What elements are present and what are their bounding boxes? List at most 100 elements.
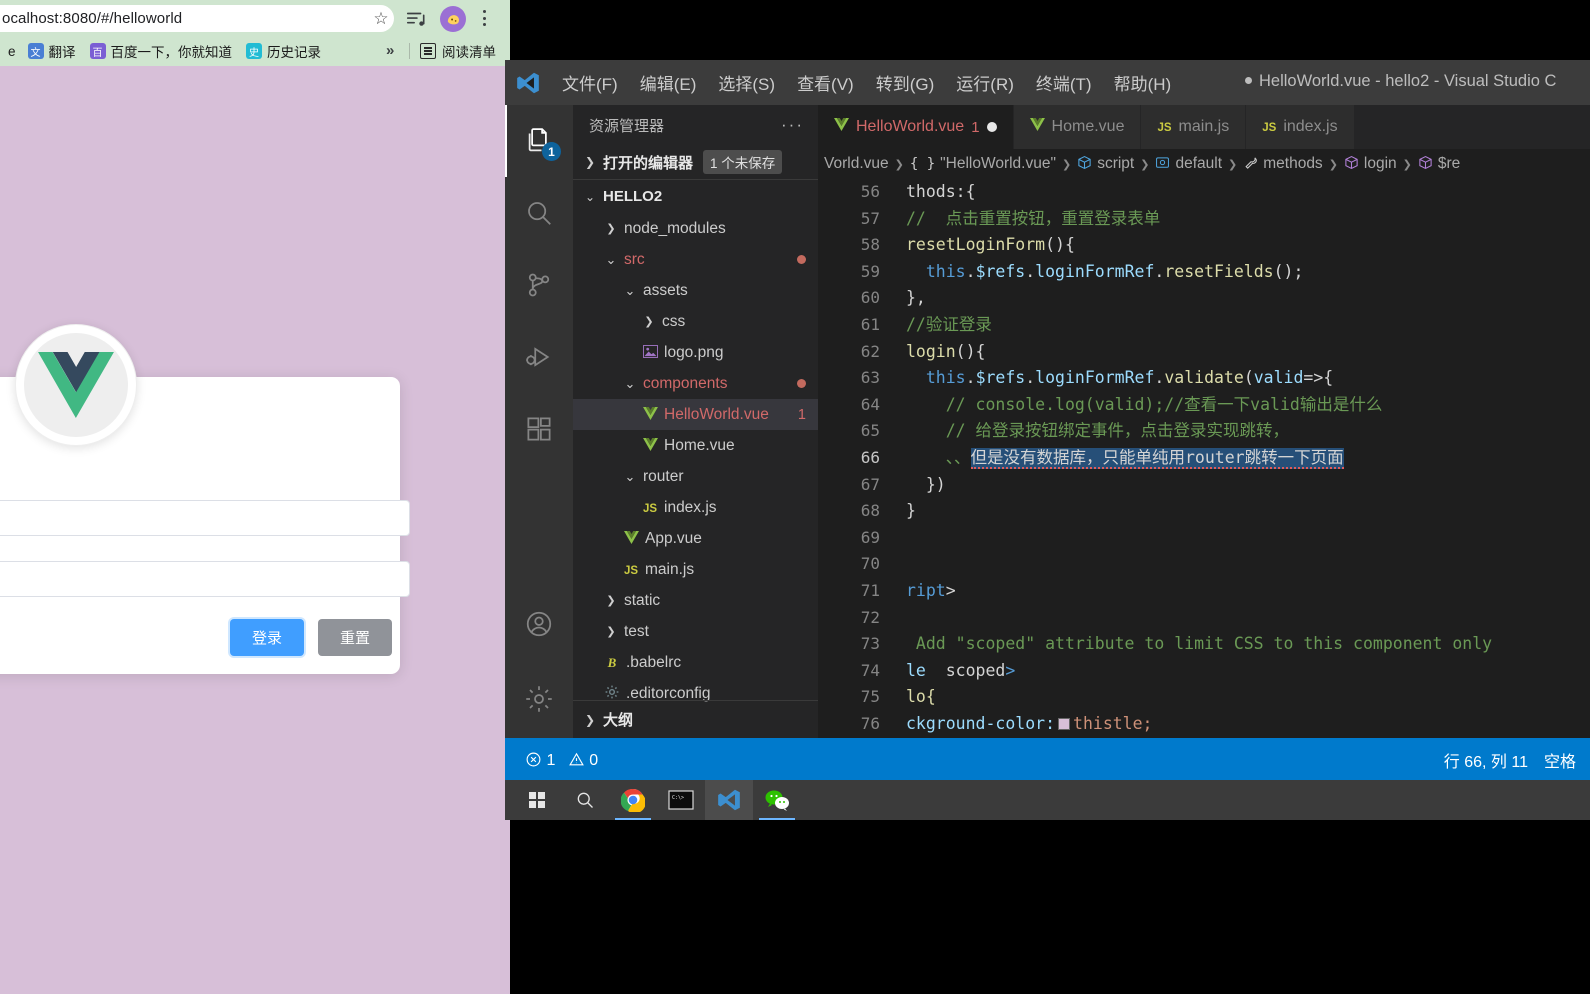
code-token: this [925,368,966,388]
menu-view[interactable]: 查看(V) [786,70,865,95]
reading-list-button[interactable]: 阅读清单 [420,41,496,61]
outline-label: 大纲 [603,712,634,729]
breadcrumb-item-6[interactable]: $re [1418,155,1460,173]
source-control-icon[interactable] [505,249,573,321]
bookmarks-overflow-icon[interactable]: » [386,42,394,59]
code-token: . [1154,261,1165,281]
profile-avatar[interactable] [440,6,466,32]
menu-edit[interactable]: 编辑(E) [629,70,708,95]
vue-file-icon [640,437,660,454]
code-token: . [1154,368,1165,388]
menu-go[interactable]: 转到(G) [865,70,946,95]
vscode-taskbar-button[interactable] [705,780,753,820]
tree-item-components[interactable]: ⌄ components [573,368,818,399]
media-list-icon[interactable] [405,8,427,30]
editor-tab-helloworld-vue[interactable]: HelloWorld.vue 1 [818,105,1014,149]
history-icon: 史 [246,43,263,59]
search-icon[interactable] [505,177,573,249]
address-bar[interactable]: ocalhost:8080/#/helloworld [0,5,394,32]
breadcrumb-item-4[interactable]: methods [1243,155,1323,173]
breadcrumb-item-0[interactable]: Vorld.vue [824,155,889,173]
breadcrumb-item-2[interactable]: script [1077,155,1134,173]
explorer-more-icon[interactable]: ··· [781,115,804,135]
chrome-menu-icon[interactable] [476,7,492,29]
username-field[interactable] [0,500,410,536]
code-token: loginFormRef [1035,368,1155,388]
screen: ocalhost:8080/#/helloworld ☆ e 文 翻译 百 百度… [0,0,1590,994]
tree-item-index-js[interactable]: JS index.js [573,492,818,523]
outline-section[interactable]: ❯ 大纲 [573,700,818,738]
code-editor[interactable]: 56 thods:{57 // 点击重置按钮，重置登录表单 58 resetLoginF… [818,179,1590,738]
terminal-icon: C:\> [668,790,694,810]
tree-item-static[interactable]: ❯ static [573,585,818,616]
tree-item-main-js[interactable]: JS main.js [573,554,818,585]
js-file-icon: JS [1262,122,1277,134]
warning-count: 0 [589,751,599,769]
project-root-row[interactable]: ⌄ HELLO2 [573,179,818,213]
indentation-setting[interactable]: 空格 [1544,748,1576,772]
menu-run[interactable]: 运行(R) [945,70,1025,95]
breadcrumb-item-5[interactable]: login [1344,155,1397,173]
tree-item-router[interactable]: ⌄ router [573,461,818,492]
start-button[interactable] [513,780,561,820]
open-editors-section[interactable]: ❯ 打开的编辑器 1 个未保存 [573,145,818,179]
project-name: HELLO2 [603,188,663,205]
chrome-taskbar-button[interactable] [609,780,657,820]
tree-item-test[interactable]: ❯ test [573,616,818,647]
tree-item-src[interactable]: ⌄ src [573,244,818,275]
reset-button[interactable]: 重置 [318,619,393,656]
breadcrumb-label: default [1175,155,1223,172]
menu-terminal[interactable]: 终端(T) [1025,70,1103,95]
search-taskbar-button[interactable] [561,780,609,820]
terminal-taskbar-button[interactable]: C:\> [657,780,705,820]
tree-item-node-modules[interactable]: ❯ node_modules [573,213,818,244]
settings-gear-icon[interactable] [505,660,573,738]
menu-selection[interactable]: 选择(S) [707,70,786,95]
login-button[interactable]: 登录 [230,619,305,656]
wechat-taskbar-button[interactable] [753,780,801,820]
explorer-badge: 1 [542,142,561,161]
tree-item-home-vue[interactable]: Home.vue [573,430,818,461]
menu-file[interactable]: 文件(F) [551,70,629,95]
explorer-icon[interactable]: 1 [505,105,573,177]
problems-indicator[interactable]: 1 0 [525,751,598,770]
menu-help[interactable]: 帮助(H) [1103,70,1183,95]
editor-tab-main-js[interactable]: JS main.js [1141,105,1247,149]
line-content: this.$refs.loginFormRef.resetFields(); [906,259,1304,286]
code-token: (); [1273,261,1304,281]
tree-item-logo-png[interactable]: logo.png [573,337,818,368]
tree-item-helloworld-vue[interactable]: HelloWorld.vue 1 [573,399,818,430]
tree-item-label: test [624,622,649,640]
chevron-right-icon: ❯ [606,626,616,638]
vue-logo [15,324,137,446]
editor-tab-index-js[interactable]: JS index.js [1246,105,1355,149]
cursor-position[interactable]: 行 66, 列 11 [1444,748,1528,772]
breadcrumb-item-3[interactable]: default [1155,155,1222,173]
bookmark-item-history[interactable]: 史 历史记录 [246,41,321,61]
password-field[interactable] [0,561,410,597]
code-token: 但是没有数据库，只能单纯用router跳转一下页面 [970,447,1344,469]
tree-item-app-vue[interactable]: App.vue [573,523,818,554]
editor-tab-home-vue[interactable]: Home.vue [1013,105,1142,149]
extensions-icon[interactable] [505,393,573,465]
js-file-icon: JS [1157,122,1172,134]
breadcrumb-item-1[interactable]: { } "HelloWorld.vue" [910,155,1056,173]
reading-list-label: 阅读清单 [442,45,496,60]
bookmark-item-baidu[interactable]: 百 百度一下，你就知道 [89,41,232,61]
bookmark-star-icon[interactable]: ☆ [372,10,390,28]
chevron-down-icon: ⌄ [624,375,636,391]
bookmark-partial-label[interactable]: e [8,44,16,59]
vue-logo-icon [38,352,114,418]
accounts-icon[interactable] [505,588,573,660]
code-token: login [906,341,956,361]
tree-item-assets[interactable]: ⌄ assets [573,275,818,306]
code-token: } [906,501,916,521]
bookmark-item-translate[interactable]: 文 翻译 [27,41,76,61]
code-token: loginFormRef [1035,261,1155,281]
run-debug-icon[interactable] [505,321,573,393]
line-number: 61 [860,314,880,334]
code-token: . [1025,368,1036,388]
tree-item-css[interactable]: ❯ css [573,306,818,337]
tree-item--babelrc[interactable]: B .babelrc [573,647,818,678]
line-number: 64 [860,394,880,414]
